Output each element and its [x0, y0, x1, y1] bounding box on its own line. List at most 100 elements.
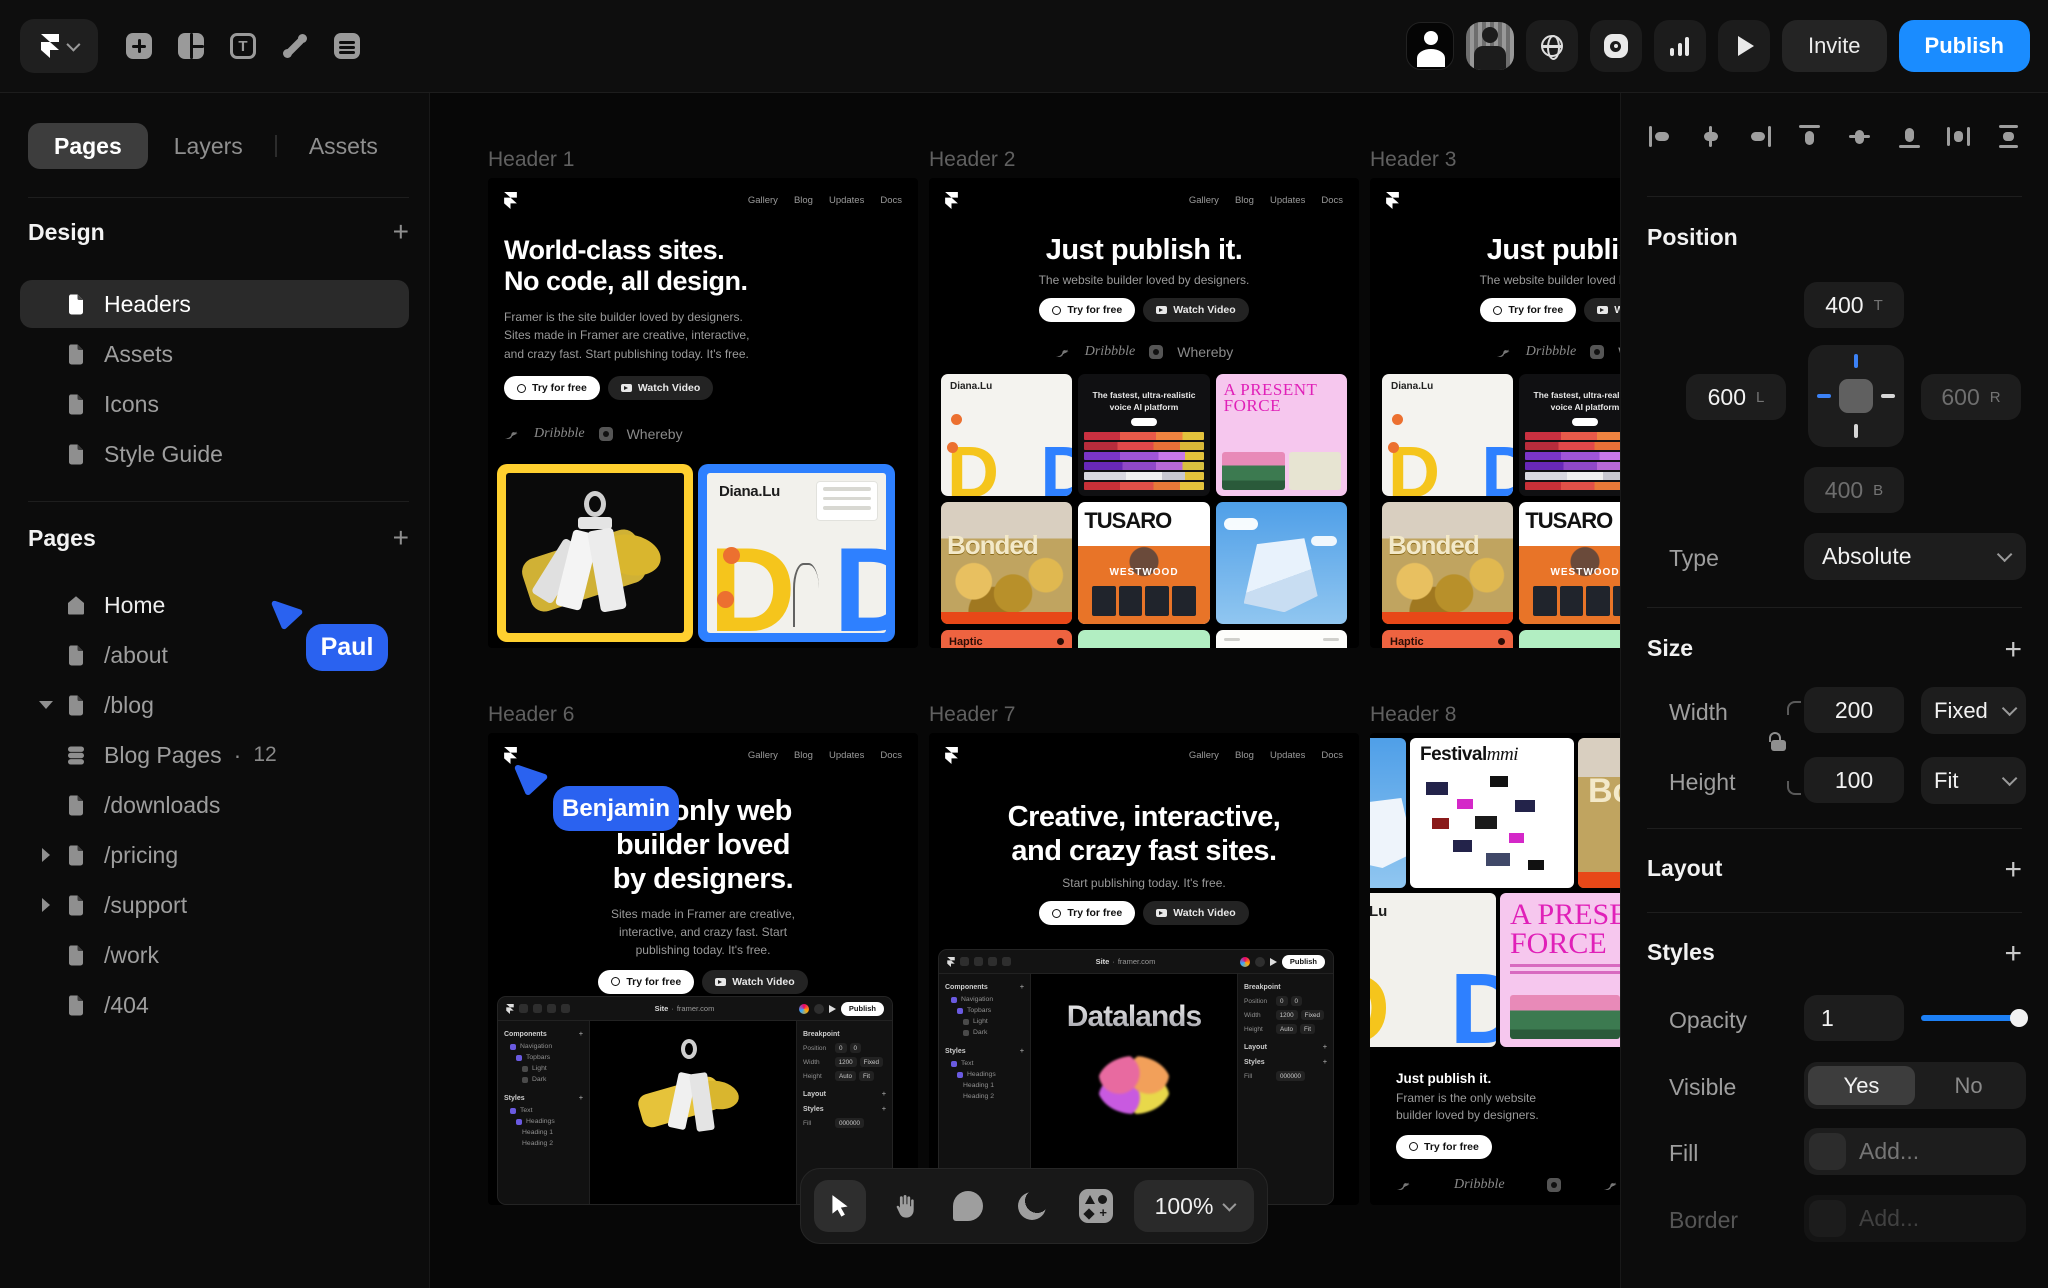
sidebar-item-icons[interactable]: Icons — [20, 380, 409, 428]
sidebar-item-support[interactable]: /support — [20, 881, 409, 929]
align-bottom-button[interactable] — [1896, 123, 1923, 150]
sidebar-item-work[interactable]: /work — [20, 931, 409, 979]
bar-chart-icon — [1670, 36, 1689, 56]
add-page-button[interactable]: + — [393, 524, 409, 552]
sidebar-item-pricing[interactable]: /pricing — [20, 831, 409, 879]
framer-menu-button[interactable] — [20, 19, 98, 73]
align-center-vertical-button[interactable] — [1846, 123, 1873, 150]
sidebar-item-blog-pages[interactable]: Blog Pages · 12 — [20, 731, 409, 779]
position-anchor-widget[interactable] — [1808, 345, 1904, 447]
frame-label[interactable]: Header 6 — [488, 703, 918, 727]
tab-layers[interactable]: Layers — [148, 123, 269, 169]
opacity-slider[interactable] — [1921, 1015, 2026, 1021]
select-tool-button[interactable] — [814, 1180, 866, 1232]
design-canvas[interactable]: Header 1 Gallery Blog Updates Docs World… — [430, 93, 1620, 1288]
item-label: /pricing — [104, 842, 178, 869]
fill-swatch[interactable] — [1809, 1133, 1846, 1170]
frame-label[interactable]: Header 1 — [488, 148, 918, 172]
add-layout-button[interactable]: + — [2004, 853, 2022, 887]
nav-link: Gallery — [748, 195, 778, 206]
collaborator-avatar[interactable] — [1406, 22, 1454, 70]
position-top-input[interactable]: 400T — [1804, 282, 1904, 328]
align-right-button[interactable] — [1746, 123, 1773, 150]
height-mode-dropdown[interactable]: Fit — [1921, 757, 2026, 804]
mock-buttons: Try for free Watch Video — [488, 970, 918, 994]
datalands-wordmark: Datalands — [1031, 1000, 1237, 1034]
sidebar-item-style-guide[interactable]: Style Guide — [20, 430, 409, 478]
add-design-page-button[interactable]: + — [393, 218, 409, 246]
sidebar-item-home[interactable]: Home — [20, 581, 409, 629]
frame-canvas[interactable]: Gallery Blog Updates Docs Just publish i… — [929, 178, 1359, 648]
align-center-horizontal-button[interactable] — [1697, 123, 1724, 150]
visible-yes-option[interactable]: Yes — [1808, 1066, 1915, 1105]
chevron-right-icon[interactable] — [36, 898, 56, 912]
sidebar-item-headers[interactable]: Headers — [20, 280, 409, 328]
sidebar-item-404[interactable]: /404 — [20, 981, 409, 1029]
position-left-input[interactable]: 600L — [1686, 374, 1786, 420]
slider-knob[interactable] — [2010, 1009, 2028, 1027]
position-type-dropdown[interactable]: Absolute — [1804, 533, 2026, 580]
page-icon — [64, 893, 88, 917]
page-icon — [64, 693, 88, 717]
publish-button[interactable]: Publish — [1899, 20, 2030, 72]
insert-tool-icon[interactable] — [126, 33, 152, 59]
mock-card-grid: Diana.LuDD The fastest, ultra-realisticv… — [929, 374, 1359, 648]
frame-label[interactable]: Header 8 — [1370, 703, 1620, 727]
sidebar-item-downloads[interactable]: /downloads — [20, 781, 409, 829]
preview-button[interactable] — [1718, 20, 1770, 72]
frame-canvas[interactable]: Gallery Blog Updates Docs Just publish i… — [1370, 178, 1620, 648]
tab-pages[interactable]: Pages — [28, 123, 148, 169]
components-shapes-button[interactable]: + — [1070, 1180, 1122, 1232]
mock-headline: The only web builder loved by designers. — [488, 794, 918, 897]
distribute-horizontal-button[interactable] — [1945, 123, 1972, 150]
analytics-button[interactable] — [1654, 20, 1706, 72]
frame-canvas[interactable]: Gallery Blog Updates Docs World-class si… — [488, 178, 918, 648]
border-swatch[interactable] — [1809, 1200, 1846, 1237]
visible-no-option[interactable]: No — [1915, 1066, 2022, 1105]
item-label: Home — [104, 592, 165, 619]
frame-canvas[interactable]: Festivalmmi Bonded Diana.LuDD A PRESEFOR… — [1370, 733, 1620, 1205]
frame-label[interactable]: Header 2 — [929, 148, 1359, 172]
sidebar-item-assets[interactable]: Assets — [20, 330, 409, 378]
add-size-button[interactable]: + — [2004, 633, 2022, 667]
frame-canvas[interactable]: Gallery Blog Updates Docs The only web b… — [488, 733, 918, 1205]
vector-tool-icon[interactable] — [282, 33, 308, 59]
width-mode-dropdown[interactable]: Fixed — [1921, 687, 2026, 734]
chevron-right-icon[interactable] — [36, 848, 56, 862]
position-right-input[interactable]: 600R — [1921, 374, 2021, 420]
distribute-vertical-button[interactable] — [1995, 123, 2022, 150]
frame-label[interactable]: Header 7 — [929, 703, 1359, 727]
fill-add-control[interactable]: Add... — [1804, 1128, 2026, 1175]
comment-tool-button[interactable] — [942, 1180, 994, 1232]
item-label: /blog — [104, 692, 154, 719]
frame-canvas[interactable]: Gallery Blog Updates Docs Creative, inte… — [929, 733, 1359, 1205]
tab-assets[interactable]: Assets — [283, 123, 404, 169]
plugins-button[interactable] — [1590, 20, 1642, 72]
sidebar-item-about[interactable]: /about — [20, 631, 409, 679]
align-top-button[interactable] — [1796, 123, 1823, 150]
opacity-input[interactable]: 1 — [1804, 995, 1904, 1041]
dark-mode-toggle[interactable] — [1006, 1180, 1058, 1232]
invite-button[interactable]: Invite — [1782, 20, 1887, 72]
frame-header-3: Header 3 Gallery Blog Updates Docs Just … — [1370, 148, 1620, 648]
align-left-button[interactable] — [1647, 123, 1674, 150]
size-link-toggle[interactable] — [1771, 693, 1801, 803]
border-add-control[interactable]: Add... — [1804, 1195, 2026, 1242]
chevron-down-icon[interactable] — [36, 701, 56, 709]
cms-tool-icon[interactable] — [334, 33, 360, 59]
user-avatar[interactable] — [1466, 22, 1514, 70]
position-bottom-input[interactable]: 400B — [1804, 467, 1904, 513]
zoom-level: 100% — [1155, 1193, 1214, 1220]
add-style-button[interactable]: + — [2004, 937, 2022, 971]
frame-label[interactable]: Header 3 — [1370, 148, 1620, 172]
text-tool-icon[interactable]: T — [230, 33, 256, 59]
height-input[interactable]: 100 — [1804, 757, 1904, 803]
sidebar-item-blog[interactable]: /blog — [20, 681, 409, 729]
tusaro-card: TUSARO WESTWOOD — [1078, 502, 1209, 624]
layout-tool-icon[interactable] — [178, 33, 204, 59]
site-settings-button[interactable] — [1526, 20, 1578, 72]
zoom-control[interactable]: 100% — [1134, 1180, 1254, 1232]
pan-tool-button[interactable] — [878, 1180, 930, 1232]
width-input[interactable]: 200 — [1804, 687, 1904, 733]
collection-count: 12 — [253, 743, 276, 767]
